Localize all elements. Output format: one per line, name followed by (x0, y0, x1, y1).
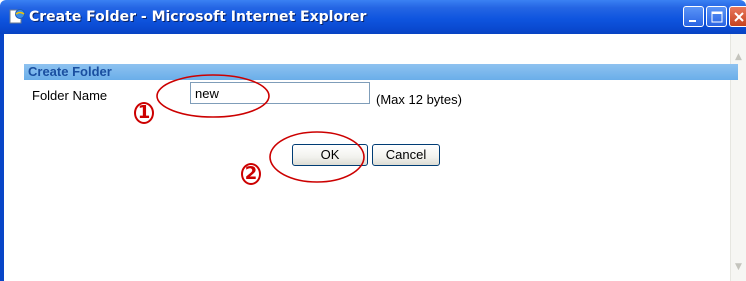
max-length-hint: (Max 12 bytes) (376, 92, 462, 107)
cancel-button[interactable]: Cancel (372, 144, 440, 166)
window-title: Create Folder - Microsoft Internet Explo… (29, 9, 367, 25)
annotation-marker-1: 1 (137, 102, 151, 123)
section-title: Create Folder (28, 64, 112, 79)
folder-name-label: Folder Name (32, 88, 108, 103)
title-bar[interactable]: Create Folder - Microsoft Internet Explo… (0, 0, 746, 34)
minimize-button[interactable] (683, 6, 704, 27)
scroll-up-icon[interactable]: ▲ (731, 50, 746, 65)
close-icon (734, 12, 744, 22)
minimize-icon (689, 20, 696, 22)
scroll-down-icon[interactable]: ▼ (731, 260, 746, 275)
annotation-marker-2: 2 (244, 163, 258, 184)
maximize-button[interactable] (706, 6, 727, 27)
ie-window: Create Folder - Microsoft Internet Explo… (0, 0, 746, 281)
maximize-icon (711, 11, 723, 23)
close-button[interactable] (729, 6, 746, 27)
section-header: Create Folder (24, 64, 738, 80)
ok-button[interactable]: OK (292, 144, 368, 166)
folder-name-input[interactable] (190, 82, 370, 104)
ie-page-icon (9, 8, 25, 24)
